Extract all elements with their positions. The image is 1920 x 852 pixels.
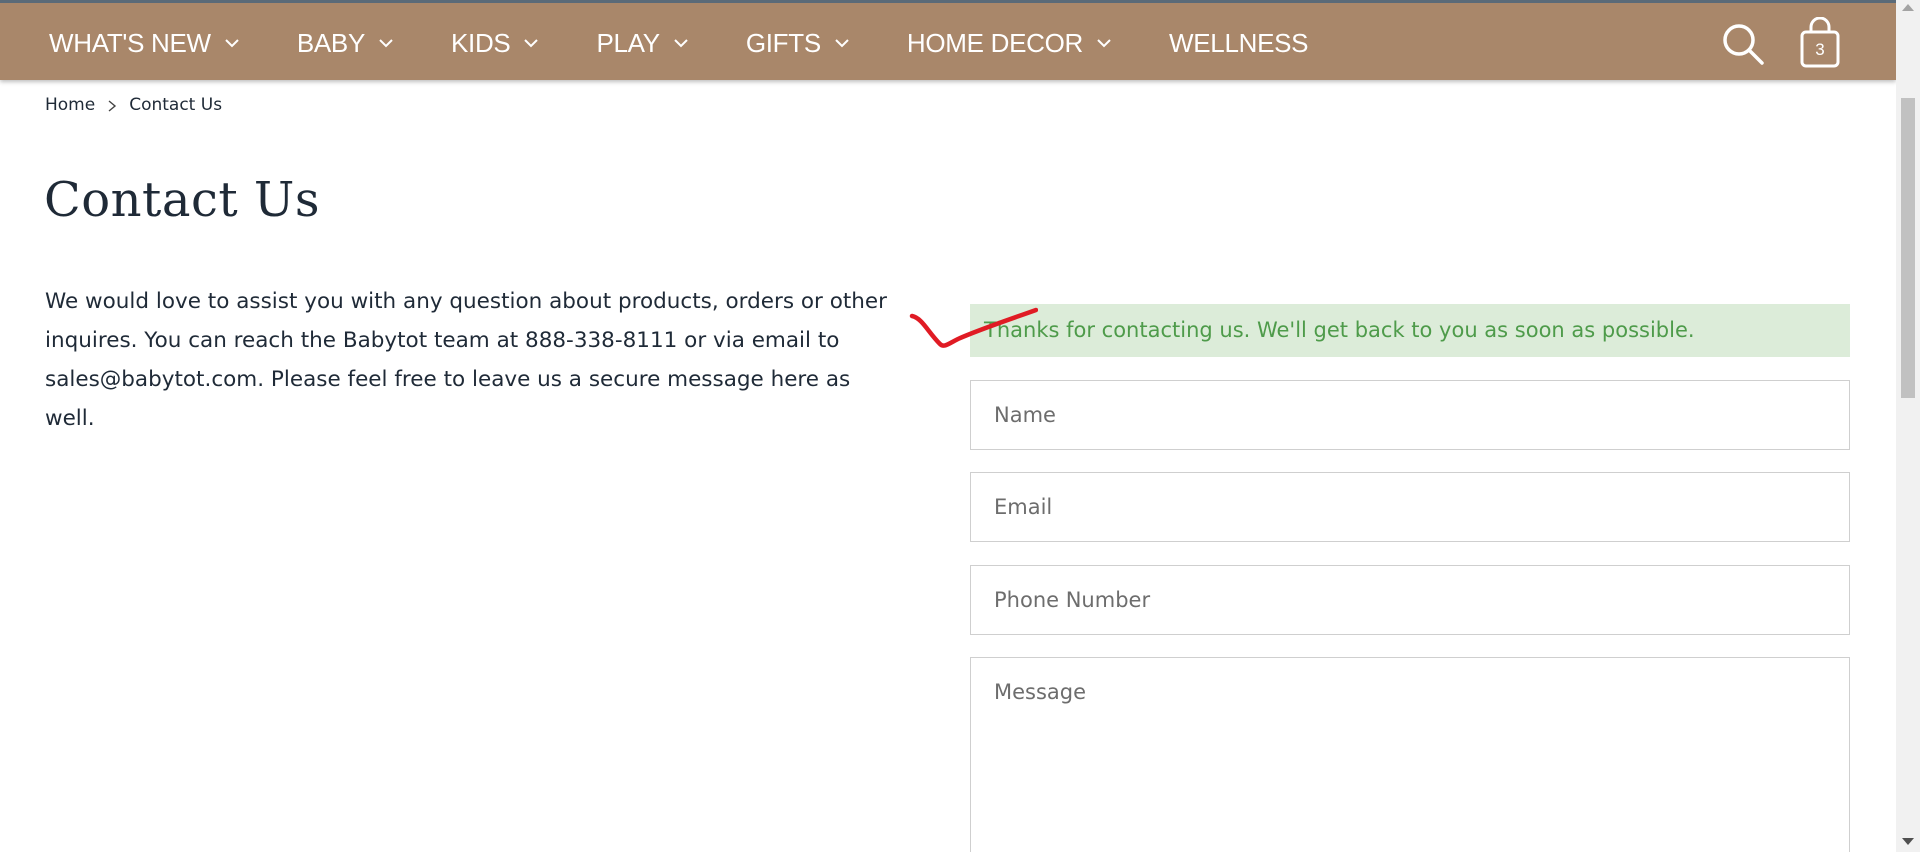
chevron-down-icon bbox=[223, 34, 241, 52]
breadcrumb: Home Contact Us bbox=[45, 95, 222, 115]
nav-item-wellness[interactable]: WELLNESS bbox=[1169, 27, 1309, 59]
chevron-down-icon bbox=[833, 34, 851, 52]
cart-count-badge: 3 bbox=[1815, 40, 1825, 59]
message-field[interactable] bbox=[970, 657, 1850, 852]
chevron-right-icon bbox=[107, 98, 117, 112]
site-header: WHAT'S NEW BABY KIDS PLAY GIFTS HOME DEC… bbox=[0, 0, 1896, 80]
nav-item-gifts[interactable]: GIFTS bbox=[746, 28, 851, 59]
breadcrumb-current: Contact Us bbox=[129, 95, 223, 115]
nav-item-label: WELLNESS bbox=[1169, 27, 1309, 58]
chevron-down-icon bbox=[522, 34, 540, 52]
nav-item-kids[interactable]: KIDS bbox=[451, 28, 540, 59]
nav-item-label: GIFTS bbox=[745, 27, 821, 58]
cart-button[interactable]: 3 bbox=[1797, 16, 1843, 69]
success-message: Thanks for contacting us. We'll get back… bbox=[970, 304, 1850, 357]
nav-item-label: HOME DECOR bbox=[906, 27, 1084, 58]
scroll-up-arrow-icon[interactable] bbox=[1902, 4, 1914, 11]
breadcrumb-home-link[interactable]: Home bbox=[45, 95, 95, 115]
email-field[interactable] bbox=[970, 472, 1850, 542]
name-field[interactable] bbox=[970, 380, 1850, 450]
chevron-down-icon bbox=[377, 34, 395, 52]
nav-item-label: BABY bbox=[296, 27, 365, 58]
nav-item-baby[interactable]: BABY bbox=[297, 28, 395, 59]
nav-item-label: PLAY bbox=[596, 27, 660, 58]
scrollbar-thumb[interactable] bbox=[1901, 98, 1915, 398]
scroll-down-arrow-icon[interactable] bbox=[1902, 838, 1914, 845]
nav-item-whats-new[interactable]: WHAT'S NEW bbox=[49, 28, 241, 59]
phone-number-field[interactable] bbox=[970, 565, 1850, 635]
nav-item-play[interactable]: PLAY bbox=[596, 28, 689, 59]
main-nav: WHAT'S NEW BABY KIDS PLAY GIFTS HOME DEC… bbox=[49, 3, 1364, 83]
nav-item-label: WHAT'S NEW bbox=[49, 27, 211, 58]
page-title: Contact Us bbox=[44, 172, 320, 228]
contact-intro-text: We would love to assist you with any que… bbox=[45, 289, 887, 431]
page-scrollbar[interactable] bbox=[1896, 0, 1920, 852]
chevron-down-icon bbox=[672, 34, 690, 52]
search-icon bbox=[1723, 24, 1764, 65]
search-button[interactable] bbox=[1720, 21, 1766, 67]
nav-item-label: KIDS bbox=[450, 27, 511, 58]
chevron-down-icon bbox=[1095, 34, 1113, 52]
nav-item-home-decor[interactable]: HOME DECOR bbox=[907, 28, 1113, 59]
